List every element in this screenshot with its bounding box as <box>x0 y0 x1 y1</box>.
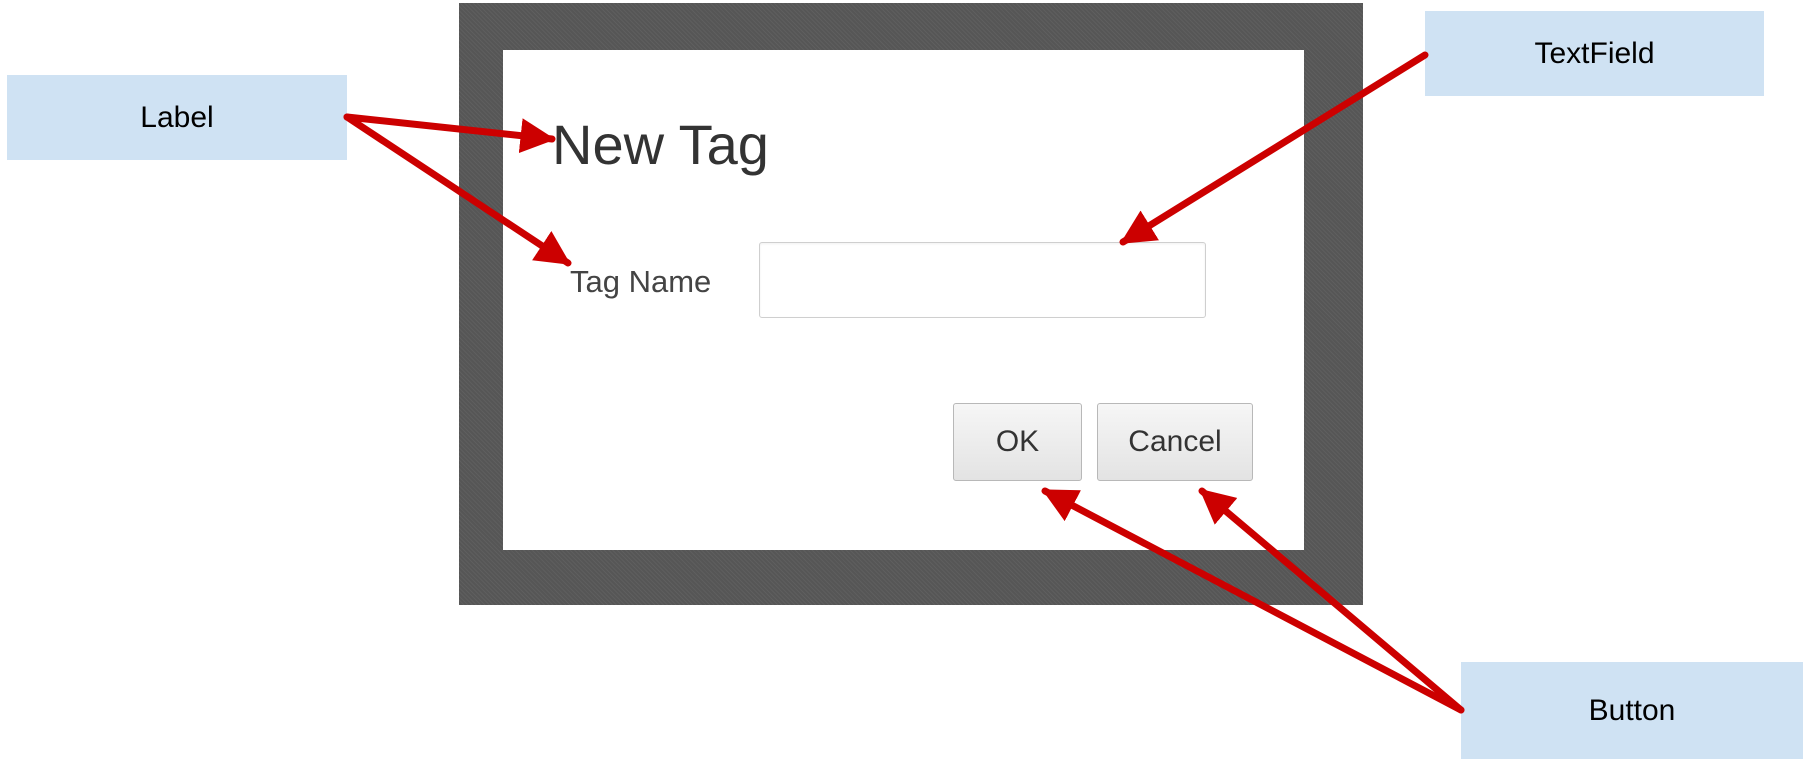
label-callout-text: Label <box>140 100 214 134</box>
textfield-callout-text: TextField <box>1534 36 1655 70</box>
tag-name-input[interactable] <box>759 242 1206 318</box>
tag-name-label: Tag Name <box>570 264 712 299</box>
cancel-button[interactable]: Cancel <box>1097 403 1253 481</box>
button-callout: Button <box>1461 662 1803 759</box>
dialog-title: New Tag <box>552 113 769 176</box>
textfield-callout: TextField <box>1425 11 1764 96</box>
button-callout-text: Button <box>1588 693 1676 727</box>
ok-button[interactable]: OK <box>953 403 1082 481</box>
label-callout: Label <box>7 75 347 160</box>
